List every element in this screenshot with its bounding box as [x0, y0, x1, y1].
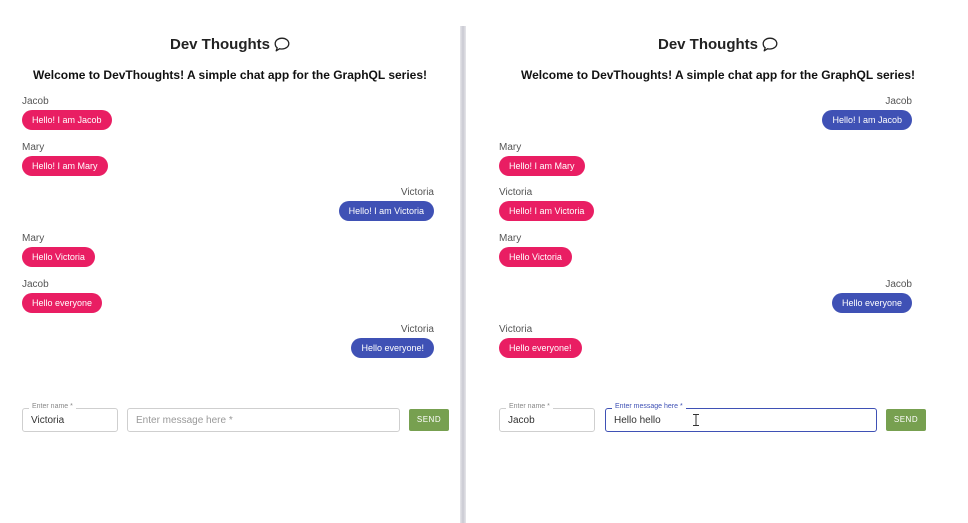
message-item: Victoria Hello everyone! — [351, 324, 434, 358]
message-sender: Jacob — [22, 96, 49, 107]
name-input-value: Jacob — [508, 415, 535, 426]
title-text: Dev Thoughts — [658, 36, 758, 53]
page-title: Dev Thoughts — [0, 36, 460, 56]
message-sender: Mary — [499, 233, 522, 244]
name-input-label: Enter name * — [29, 403, 76, 410]
page-title: Dev Thoughts — [468, 36, 968, 56]
chat-bubble-icon — [274, 37, 290, 56]
message-sender: Mary — [22, 142, 45, 153]
chat-window-left: Dev Thoughts Welcome to DevThoughts! A s… — [0, 0, 460, 523]
message-item: Mary Hello Victoria — [499, 233, 572, 267]
send-button[interactable]: SEND — [886, 409, 926, 431]
message-sender: Victoria — [499, 187, 533, 198]
message-bubble: Hello! I am Jacob — [22, 110, 112, 130]
message-bubble: Hello everyone — [831, 293, 912, 313]
page-subtitle: Welcome to DevThoughts! A simple chat ap… — [32, 68, 428, 82]
message-sender: Jacob — [885, 279, 912, 290]
message-sender: Jacob — [22, 279, 49, 290]
message-input[interactable]: Enter message here * Hello hello — [605, 403, 877, 432]
message-bubble: Hello everyone! — [499, 338, 582, 358]
chat-bubble-icon — [762, 37, 778, 56]
message-bubble: Hello! I am Mary — [499, 156, 585, 176]
text-cursor-icon — [693, 414, 699, 426]
message-item: Victoria Hello! I am Victoria — [499, 187, 595, 221]
name-input[interactable]: Enter name * Jacob — [499, 403, 595, 432]
message-item: Jacob Hello everyone — [831, 279, 912, 313]
message-input[interactable]: Enter message here * — [127, 408, 400, 432]
message-input-value: Hello hello — [614, 415, 661, 426]
panel-divider[interactable] — [460, 26, 466, 523]
title-text: Dev Thoughts — [170, 36, 270, 53]
message-item: Jacob Hello! I am Jacob — [22, 96, 112, 130]
message-item: Mary Hello Victoria — [22, 233, 95, 267]
message-sender: Mary — [22, 233, 45, 244]
message-sender: Victoria — [400, 324, 434, 335]
message-bubble: Hello Victoria — [499, 247, 572, 267]
message-sender: Victoria — [499, 324, 533, 335]
name-input[interactable]: Enter name * Victoria — [22, 403, 118, 432]
message-sender: Victoria — [400, 187, 434, 198]
message-item: Victoria Hello! I am Victoria — [338, 187, 434, 221]
message-bubble: Hello everyone — [22, 293, 103, 313]
name-input-value: Victoria — [31, 415, 65, 426]
message-sender: Jacob — [885, 96, 912, 107]
message-bubble: Hello! I am Victoria — [499, 201, 595, 221]
chat-window-right: Dev Thoughts Welcome to DevThoughts! A s… — [468, 0, 968, 523]
message-input-placeholder: Enter message here * — [136, 415, 233, 426]
message-bubble: Hello! I am Jacob — [822, 110, 912, 130]
message-sender: Mary — [499, 142, 522, 153]
message-bubble: Hello Victoria — [22, 247, 95, 267]
message-item: Mary Hello! I am Mary — [22, 142, 108, 176]
message-item: Mary Hello! I am Mary — [499, 142, 585, 176]
message-input-label: Enter message here * — [612, 403, 686, 410]
message-item: Victoria Hello everyone! — [499, 324, 582, 358]
page-subtitle: Welcome to DevThoughts! A simple chat ap… — [520, 68, 916, 82]
send-button[interactable]: SEND — [409, 409, 449, 431]
message-item: Jacob Hello everyone — [22, 279, 103, 313]
message-bubble: Hello everyone! — [351, 338, 434, 358]
name-input-label: Enter name * — [506, 403, 553, 410]
message-bubble: Hello! I am Mary — [22, 156, 108, 176]
message-bubble: Hello! I am Victoria — [338, 201, 434, 221]
message-item: Jacob Hello! I am Jacob — [822, 96, 912, 130]
